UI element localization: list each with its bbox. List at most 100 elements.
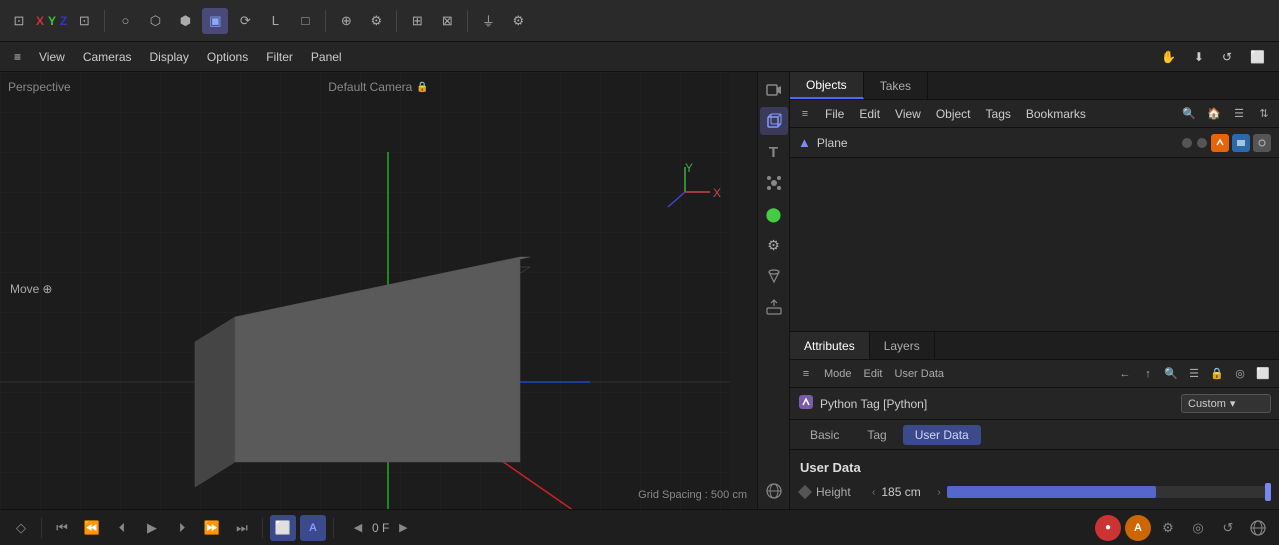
bottom-settings-icon[interactable]: ⚙	[1155, 515, 1181, 541]
home-icon[interactable]: 🏠	[1203, 103, 1225, 125]
search-icon[interactable]: 🔍	[1178, 103, 1200, 125]
file-menu[interactable]: File	[819, 105, 850, 123]
prev-key-icon[interactable]: ⏪	[79, 515, 105, 541]
cameras-menu[interactable]: Cameras	[75, 47, 140, 67]
goto-start-icon[interactable]: ⏮	[49, 515, 75, 541]
bookmarks-menu[interactable]: Bookmarks	[1020, 105, 1092, 123]
next-key-icon[interactable]: ⏩	[199, 515, 225, 541]
maximize-icon[interactable]: ⬜	[1242, 47, 1273, 67]
tab-takes[interactable]: Takes	[864, 72, 928, 99]
objects-empty-area	[790, 158, 1279, 331]
sort-icon[interactable]: ⇅	[1253, 103, 1275, 125]
gear2-icon[interactable]: ⚙	[505, 8, 531, 34]
bottom-diamond-icon[interactable]: ◇	[8, 515, 34, 541]
viewport-camera-icon[interactable]	[760, 76, 788, 104]
frame-value[interactable]: 0 F	[372, 521, 389, 535]
coordinate-icon[interactable]: ⊡	[71, 8, 97, 34]
grid-icon[interactable]: ⊞	[404, 8, 430, 34]
rotate-icon[interactable]: ⟳	[232, 8, 258, 34]
viewport-upload-icon[interactable]	[760, 293, 788, 321]
blue-tag-icon	[1234, 136, 1248, 150]
python-tag-name: Python Tag [Python]	[820, 397, 1175, 411]
rotate-tool[interactable]: ↺	[1214, 47, 1240, 67]
panel-menu[interactable]: Panel	[303, 47, 350, 67]
view-menu-obj[interactable]: View	[889, 105, 927, 123]
tab-layers[interactable]: Layers	[870, 332, 935, 359]
grey-dot2-icon	[1196, 137, 1208, 149]
blue-tag[interactable]	[1232, 134, 1250, 152]
viewport-particles-icon[interactable]	[760, 169, 788, 197]
objects-header-toolbar: ▲ Plane	[790, 128, 1279, 158]
goto-end-icon[interactable]: ⏭	[229, 515, 255, 541]
cube-outline-icon[interactable]: ⬢	[172, 8, 198, 34]
height-slider-handle[interactable]	[1265, 483, 1271, 501]
filter-menu[interactable]: Filter	[258, 47, 301, 67]
height-value: 185 cm	[881, 485, 931, 499]
attr-edit-label[interactable]: Edit	[860, 364, 887, 384]
viewport-globe-icon[interactable]	[760, 477, 788, 505]
prev-frame-icon[interactable]: ⏴	[109, 515, 135, 541]
list-filter-icon[interactable]: ☰	[1228, 103, 1250, 125]
attr-list-icon[interactable]: ☰	[1184, 364, 1204, 384]
viewport-cube-icon[interactable]	[760, 107, 788, 135]
active-cube-icon[interactable]: ▣	[202, 8, 228, 34]
viewport-gear-icon[interactable]: ⚙	[760, 231, 788, 259]
frame-next-icon[interactable]: ▶	[392, 517, 414, 539]
next-frame-icon[interactable]: ⏵	[169, 515, 195, 541]
viewport-cone-icon[interactable]	[760, 262, 788, 290]
display-menu[interactable]: Display	[142, 47, 197, 67]
python-tag[interactable]	[1211, 134, 1229, 152]
fps-badge: ●	[1095, 515, 1121, 541]
play-icon[interactable]: ▶	[139, 515, 165, 541]
square-icon[interactable]: □	[292, 8, 318, 34]
magnet-icon[interactable]: ⏚	[475, 8, 501, 34]
object-menu[interactable]: Object	[930, 105, 977, 123]
keyframe-a-icon[interactable]: A	[300, 515, 326, 541]
custom-dropdown[interactable]: Custom ▾	[1181, 394, 1271, 413]
objects-menu-icon[interactable]: ≡	[794, 103, 816, 125]
down-arrow-tool[interactable]: ⬇	[1186, 47, 1212, 67]
plane-object-row[interactable]: ▲ Plane	[798, 134, 1271, 152]
bottom-target-icon[interactable]: ◎	[1185, 515, 1211, 541]
attr-expand-icon[interactable]: ⬜	[1253, 364, 1273, 384]
layout-l-icon[interactable]: L	[262, 8, 288, 34]
attr-up-icon[interactable]: ↑	[1138, 364, 1158, 384]
bottom-sep-2	[262, 518, 263, 538]
viewport-green-icon[interactable]: ⬤	[760, 200, 788, 228]
tab-objects[interactable]: Objects	[790, 72, 864, 99]
sphere-icon[interactable]: ○	[112, 8, 138, 34]
tags-menu[interactable]: Tags	[980, 105, 1017, 123]
attr-target-icon[interactable]: ◎	[1230, 364, 1250, 384]
height-slider[interactable]	[947, 486, 1269, 498]
view-menu[interactable]: View	[31, 47, 73, 67]
separator-4	[467, 10, 468, 32]
attr-mode-label[interactable]: Mode	[820, 364, 856, 384]
bottom-globe-icon[interactable]	[1245, 515, 1271, 541]
gray-tag[interactable]	[1253, 134, 1271, 152]
selection-box-icon[interactable]: ⬜	[270, 515, 296, 541]
settings-icon[interactable]: ⚙	[363, 8, 389, 34]
viewport[interactable]: Y X Perspective Default Camera 🔒 Move ⊕ …	[0, 72, 757, 509]
bottom-rotate-icon[interactable]: ↺	[1215, 515, 1241, 541]
attr-lock-icon[interactable]: 🔒	[1207, 364, 1227, 384]
attr-back-icon[interactable]: ←	[1115, 364, 1135, 384]
edit-menu[interactable]: Edit	[853, 105, 886, 123]
tab-attributes[interactable]: Attributes	[790, 332, 870, 359]
bottom-bar: ◇ ⏮ ⏪ ⏴ ▶ ⏵ ⏩ ⏭ ⬜ A ◀ 0 F ▶ ● A ⚙ ◎ ↺	[0, 509, 1279, 545]
viewport-icon[interactable]: ⊡	[6, 8, 32, 34]
attr-menu-icon[interactable]: ≡	[796, 364, 816, 384]
subtab-tag[interactable]: Tag	[855, 425, 898, 445]
hamburger-menu[interactable]: ≡	[6, 47, 29, 67]
frame-prev-icon[interactable]: ◀	[347, 517, 369, 539]
attr-userdata-label[interactable]: User Data	[891, 364, 949, 384]
options-menu[interactable]: Options	[199, 47, 256, 67]
snap-icon[interactable]: ⊕	[333, 8, 359, 34]
subtab-basic[interactable]: Basic	[798, 425, 851, 445]
hand-tool[interactable]: ✋	[1153, 47, 1184, 67]
hex-icon[interactable]: ⬡	[142, 8, 168, 34]
user-badge[interactable]: A	[1125, 515, 1151, 541]
subtab-userdata[interactable]: User Data	[903, 425, 981, 445]
viewport-text-icon[interactable]: T	[760, 138, 788, 166]
transform-icon[interactable]: ⊠	[434, 8, 460, 34]
attr-search-icon[interactable]: 🔍	[1161, 364, 1181, 384]
